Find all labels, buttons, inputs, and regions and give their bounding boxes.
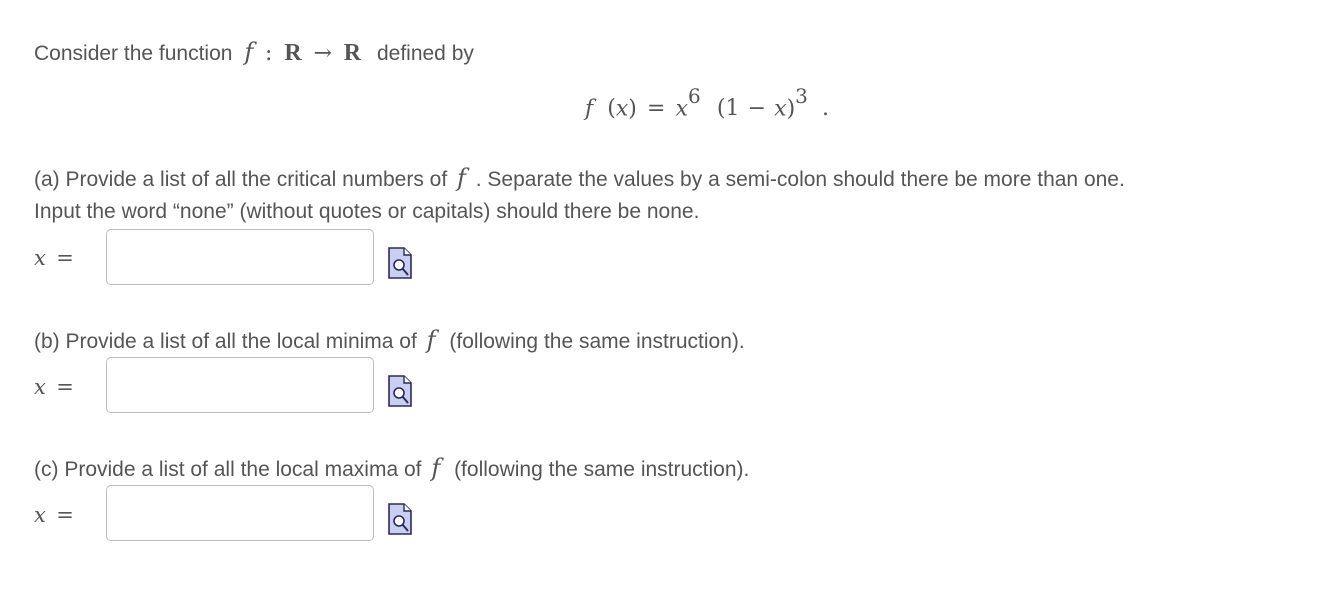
- formula-exp2: 3: [795, 84, 808, 108]
- part-b-preview-icon[interactable]: [387, 374, 413, 408]
- formula-x: x: [615, 96, 629, 122]
- part-b-answer-input[interactable]: [106, 357, 374, 413]
- formula-equals: =: [647, 96, 666, 122]
- formula-lparen: (: [607, 96, 616, 122]
- part-a-suffix: . Separate the values by a semi-colon sh…: [475, 168, 1125, 191]
- part-c-label: x =: [34, 503, 74, 527]
- part-a-answer-input[interactable]: [106, 229, 374, 285]
- part-c-var: x: [34, 503, 46, 527]
- part-c-suffix: (following the same instruction).: [454, 458, 750, 481]
- part-b-eq: =: [56, 375, 74, 399]
- part-c-preview-icon[interactable]: [387, 502, 413, 536]
- formula-period: .: [822, 96, 830, 122]
- part-a-var: x: [34, 246, 46, 270]
- formula-base1: x: [675, 96, 688, 122]
- part-c-eq: =: [56, 503, 74, 527]
- part-c-question: (c) Provide a list of all the local maxi…: [34, 454, 749, 484]
- part-a-question-line1: (a) Provide a list of all the critical n…: [34, 164, 1125, 194]
- preview-icon: [388, 503, 412, 535]
- intro-line: Consider the function f : R → R defined …: [34, 38, 474, 68]
- intro-domain: R: [284, 40, 302, 66]
- preview-icon: [388, 375, 412, 407]
- part-b-var: x: [34, 375, 46, 399]
- intro-function-symbol: f: [244, 38, 254, 66]
- part-a-function-symbol: f: [457, 164, 466, 192]
- part-b-prefix: (b) Provide a list of all the local mini…: [34, 330, 417, 353]
- part-b-suffix: (following the same instruction).: [449, 330, 745, 353]
- part-a-preview-icon[interactable]: [387, 246, 413, 280]
- function-formula: f (x) = x6 (1 − x)3 .: [585, 80, 829, 129]
- part-b-function-symbol: f: [426, 326, 436, 354]
- formula-f: f: [585, 96, 594, 122]
- intro-codomain: R: [343, 40, 362, 66]
- intro-prefix: Consider the function: [34, 42, 233, 65]
- formula-exp1: 6: [688, 84, 701, 108]
- preview-icon: [388, 247, 412, 279]
- part-a-eq: =: [56, 246, 74, 270]
- intro-colon: :: [265, 41, 273, 66]
- formula-base2: x: [774, 96, 787, 122]
- part-a-label: x =: [34, 246, 74, 270]
- part-a-question-line2: Input the word “none” (without quotes or…: [34, 200, 700, 223]
- part-c-prefix: (c) Provide a list of all the local maxi…: [34, 458, 422, 481]
- part-b-label: x =: [34, 375, 74, 399]
- intro-arrow: →: [313, 41, 332, 66]
- intro-suffix: defined by: [376, 42, 474, 65]
- part-b-question: (b) Provide a list of all the local mini…: [34, 326, 745, 356]
- part-c-answer-input[interactable]: [106, 485, 374, 541]
- part-c-function-symbol: f: [431, 454, 441, 482]
- part-a-prefix: (a) Provide a list of all the critical n…: [34, 168, 448, 191]
- formula-rparen: ): [628, 96, 637, 122]
- formula-minus: −: [747, 96, 767, 122]
- formula-open: (1: [716, 96, 740, 122]
- formula-close: ): [786, 96, 796, 122]
